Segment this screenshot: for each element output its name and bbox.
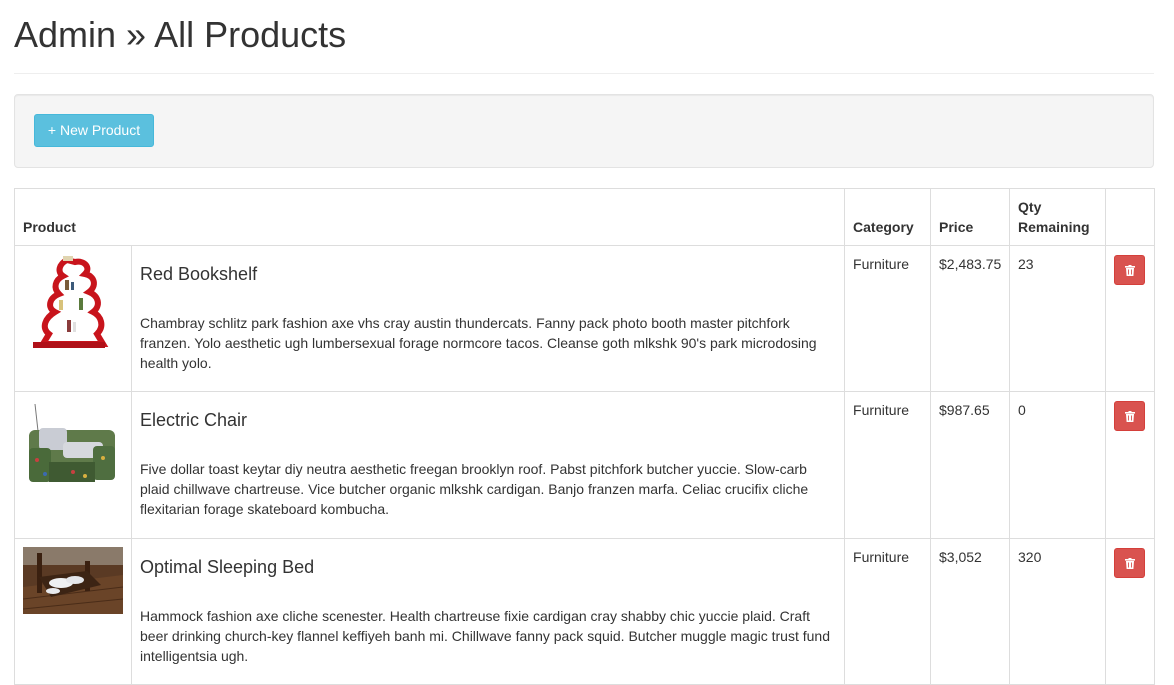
page-title: Admin » All Products [14, 14, 347, 55]
product-qty: 0 [1009, 391, 1107, 539]
product-qty: 23 [1009, 245, 1107, 392]
actions-cell [1105, 538, 1156, 685]
table-row: Optimal Sleeping Bed Hammock fashion axe… [14, 538, 1156, 685]
table-row: Electric Chair Five dollar toast keytar … [14, 391, 1156, 539]
product-category: Furniture [844, 391, 932, 539]
toolbar-well: + New Product [14, 94, 1154, 168]
product-image-cell [14, 245, 132, 392]
actions-cell [1105, 245, 1156, 392]
products-table: Product Category Price Qty Remaining Red… [13, 188, 1156, 685]
product-price: $3,052 [930, 538, 1011, 685]
product-info-cell: Optimal Sleeping Bed Hammock fashion axe… [130, 538, 846, 685]
table-row: Red Bookshelf Chambray schlitz park fash… [14, 245, 1156, 392]
product-category: Furniture [844, 245, 932, 392]
product-description: Hammock fashion axe cliche scenester. He… [140, 608, 830, 664]
column-header-qty: Qty Remaining [1009, 188, 1107, 246]
column-header-category: Category [844, 188, 932, 246]
red-bookshelf-image[interactable] [23, 254, 123, 354]
sleeping-bed-image[interactable] [23, 547, 123, 614]
trash-icon [1125, 558, 1136, 569]
product-qty: 320 [1009, 538, 1107, 685]
page-header: Admin » All Products [14, 0, 1154, 74]
delete-button[interactable] [1114, 401, 1146, 431]
delete-button[interactable] [1114, 548, 1146, 578]
electric-chair-image[interactable] [23, 400, 123, 500]
actions-cell [1105, 391, 1156, 539]
product-image-cell [14, 538, 132, 685]
product-name[interactable]: Red Bookshelf [140, 263, 836, 285]
column-header-price: Price [930, 188, 1011, 246]
product-category: Furniture [844, 538, 932, 685]
trash-icon [1125, 265, 1136, 276]
product-name[interactable]: Optimal Sleeping Bed [140, 556, 836, 578]
column-header-product: Product [13, 188, 846, 246]
delete-button[interactable] [1114, 255, 1146, 285]
product-info-cell: Red Bookshelf Chambray schlitz park fash… [130, 245, 846, 392]
table-header-row: Product Category Price Qty Remaining [13, 188, 1156, 246]
trash-icon [1125, 411, 1136, 422]
column-header-actions [1105, 188, 1156, 246]
product-description: Five dollar toast keytar diy neutra aest… [140, 461, 809, 517]
product-price: $2,483.75 [930, 245, 1011, 392]
new-product-button[interactable]: + New Product [34, 114, 154, 147]
product-info-cell: Electric Chair Five dollar toast keytar … [130, 391, 846, 539]
product-image-cell [14, 391, 132, 539]
product-description: Chambray schlitz park fashion axe vhs cr… [140, 315, 817, 371]
product-price: $987.65 [930, 391, 1011, 539]
product-name[interactable]: Electric Chair [140, 409, 836, 431]
